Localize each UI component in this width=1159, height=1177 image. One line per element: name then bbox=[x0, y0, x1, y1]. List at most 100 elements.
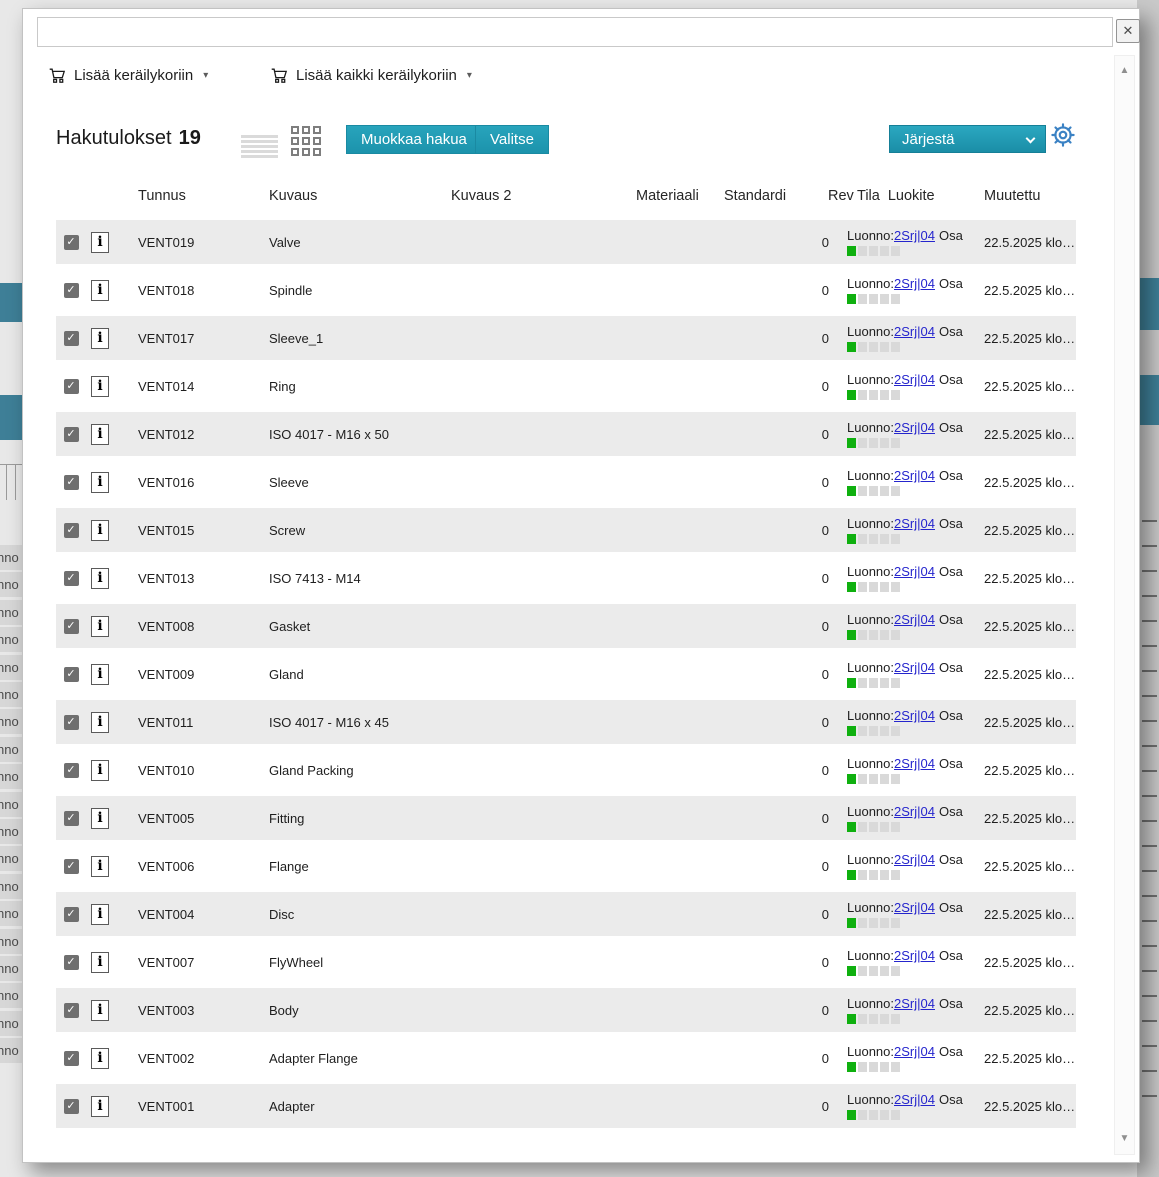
col-header-kuvaus[interactable]: Kuvaus bbox=[263, 188, 443, 204]
info-icon[interactable]: i bbox=[91, 808, 109, 829]
row-muutettu: 22.5.2025 klo… bbox=[981, 427, 1076, 442]
row-checkbox[interactable]: ✓ bbox=[64, 619, 79, 634]
state-revision-link[interactable]: 2Srj|04 bbox=[894, 1044, 935, 1059]
state-revision-link[interactable]: 2Srj|04 bbox=[894, 612, 935, 627]
info-icon[interactable]: i bbox=[91, 328, 109, 349]
row-checkbox[interactable]: ✓ bbox=[64, 859, 79, 874]
row-kuvaus: Body bbox=[263, 1003, 443, 1018]
info-icon[interactable]: i bbox=[91, 232, 109, 253]
row-checkbox[interactable]: ✓ bbox=[64, 715, 79, 730]
add-to-basket-dropdown[interactable]: Lisää keräilykoriin ▾ bbox=[49, 67, 208, 84]
lifecycle-progress-bar bbox=[847, 534, 981, 544]
info-icon[interactable]: i bbox=[91, 1096, 109, 1117]
row-rev: 0 bbox=[801, 715, 829, 730]
info-icon[interactable]: i bbox=[91, 664, 109, 685]
row-checkbox[interactable]: ✓ bbox=[64, 811, 79, 826]
info-icon[interactable]: i bbox=[91, 1000, 109, 1021]
info-icon[interactable]: i bbox=[91, 424, 109, 445]
add-all-to-basket-dropdown[interactable]: Lisää kaikki keräilykoriin ▾ bbox=[271, 67, 472, 84]
table-row: ✓ i VENT017 Sleeve_1 0 Luonno:2Srj|04Osa… bbox=[56, 316, 1076, 360]
info-icon[interactable]: i bbox=[91, 1048, 109, 1069]
info-icon[interactable]: i bbox=[91, 520, 109, 541]
info-icon[interactable]: i bbox=[91, 616, 109, 637]
state-revision-link[interactable]: 2Srj|04 bbox=[894, 276, 935, 291]
state-revision-link[interactable]: 2Srj|04 bbox=[894, 852, 935, 867]
row-checkbox[interactable]: ✓ bbox=[64, 283, 79, 298]
list-view-icon[interactable] bbox=[241, 135, 278, 160]
state-label: Luonno: bbox=[847, 1092, 894, 1107]
row-checkbox[interactable]: ✓ bbox=[64, 955, 79, 970]
state-label: Luonno: bbox=[847, 612, 894, 627]
vertical-scrollbar[interactable]: ▲ ▼ bbox=[1114, 55, 1135, 1155]
state-revision-link[interactable]: 2Srj|04 bbox=[894, 420, 935, 435]
row-checkbox[interactable]: ✓ bbox=[64, 1099, 79, 1114]
info-icon[interactable]: i bbox=[91, 712, 109, 733]
info-icon[interactable]: i bbox=[91, 568, 109, 589]
row-tila: Luonno:2Srj|04Osa bbox=[829, 468, 981, 496]
info-icon[interactable]: i bbox=[91, 280, 109, 301]
edit-search-button[interactable]: Muokkaa hakua bbox=[346, 125, 482, 154]
info-icon[interactable]: i bbox=[91, 760, 109, 781]
state-revision-link[interactable]: 2Srj|04 bbox=[894, 900, 935, 915]
state-revision-link[interactable]: 2Srj|04 bbox=[894, 756, 935, 771]
row-checkbox[interactable]: ✓ bbox=[64, 523, 79, 538]
info-icon[interactable]: i bbox=[91, 952, 109, 973]
row-checkbox[interactable]: ✓ bbox=[64, 667, 79, 682]
table-row: ✓ i VENT002 Adapter Flange 0 Luonno:2Srj… bbox=[56, 1036, 1076, 1080]
row-checkbox[interactable]: ✓ bbox=[64, 235, 79, 250]
scroll-up-icon[interactable]: ▲ bbox=[1115, 64, 1134, 78]
col-header-kuvaus2[interactable]: Kuvaus 2 bbox=[443, 188, 633, 204]
search-input[interactable] bbox=[37, 17, 1113, 47]
state-label: Luonno: bbox=[847, 516, 894, 531]
state-revision-link[interactable]: 2Srj|04 bbox=[894, 996, 935, 1011]
info-icon[interactable]: i bbox=[91, 472, 109, 493]
lifecycle-progress-bar bbox=[847, 582, 981, 592]
settings-gear-icon[interactable] bbox=[1050, 122, 1076, 148]
row-checkbox[interactable]: ✓ bbox=[64, 571, 79, 586]
state-revision-link[interactable]: 2Srj|04 bbox=[894, 660, 935, 675]
close-icon[interactable]: ✕ bbox=[1116, 19, 1140, 43]
row-checkbox[interactable]: ✓ bbox=[64, 379, 79, 394]
row-checkbox[interactable]: ✓ bbox=[64, 907, 79, 922]
row-tunnus: VENT007 bbox=[132, 955, 263, 970]
state-revision-link[interactable]: 2Srj|04 bbox=[894, 468, 935, 483]
state-revision-link[interactable]: 2Srj|04 bbox=[894, 564, 935, 579]
col-header-rev[interactable]: Rev bbox=[801, 188, 829, 204]
info-icon[interactable]: i bbox=[91, 904, 109, 925]
row-checkbox[interactable]: ✓ bbox=[64, 763, 79, 778]
row-tunnus: VENT002 bbox=[132, 1051, 263, 1066]
state-revision-link[interactable]: 2Srj|04 bbox=[894, 1092, 935, 1107]
col-header-materiaali[interactable]: Materiaali bbox=[633, 188, 717, 204]
col-header-standardi[interactable]: Standardi bbox=[717, 188, 801, 204]
sort-select[interactable]: Järjestä bbox=[889, 125, 1046, 153]
row-checkbox[interactable]: ✓ bbox=[64, 427, 79, 442]
info-icon[interactable]: i bbox=[91, 376, 109, 397]
row-tunnus: VENT004 bbox=[132, 907, 263, 922]
row-checkbox[interactable]: ✓ bbox=[64, 1003, 79, 1018]
scroll-down-icon[interactable]: ▼ bbox=[1115, 1132, 1134, 1146]
col-header-tila[interactable]: Tila bbox=[857, 188, 880, 204]
state-revision-link[interactable]: 2Srj|04 bbox=[894, 804, 935, 819]
state-revision-link[interactable]: 2Srj|04 bbox=[894, 948, 935, 963]
state-revision-link[interactable]: 2Srj|04 bbox=[894, 228, 935, 243]
row-checkbox[interactable]: ✓ bbox=[64, 331, 79, 346]
state-revision-link[interactable]: 2Srj|04 bbox=[894, 372, 935, 387]
row-tila: Luonno:2Srj|04Osa bbox=[829, 228, 981, 256]
col-header-tunnus[interactable]: Tunnus bbox=[132, 188, 263, 204]
state-revision-link[interactable]: 2Srj|04 bbox=[894, 708, 935, 723]
table-row: ✓ i VENT008 Gasket 0 Luonno:2Srj|04Osa 2… bbox=[56, 604, 1076, 648]
row-tila: Luonno:2Srj|04Osa bbox=[829, 660, 981, 688]
row-rev: 0 bbox=[801, 859, 829, 874]
row-rev: 0 bbox=[801, 667, 829, 682]
select-button[interactable]: Valitse bbox=[475, 125, 549, 154]
row-checkbox[interactable]: ✓ bbox=[64, 1051, 79, 1066]
col-header-muutettu[interactable]: Muutettu bbox=[981, 188, 1076, 204]
state-revision-link[interactable]: 2Srj|04 bbox=[894, 324, 935, 339]
lifecycle-progress-bar bbox=[847, 390, 981, 400]
row-muutettu: 22.5.2025 klo… bbox=[981, 283, 1076, 298]
info-icon[interactable]: i bbox=[91, 856, 109, 877]
grid-view-icon[interactable] bbox=[291, 126, 321, 156]
row-checkbox[interactable]: ✓ bbox=[64, 475, 79, 490]
state-revision-link[interactable]: 2Srj|04 bbox=[894, 516, 935, 531]
col-header-luokite[interactable]: Luokite bbox=[888, 188, 935, 204]
